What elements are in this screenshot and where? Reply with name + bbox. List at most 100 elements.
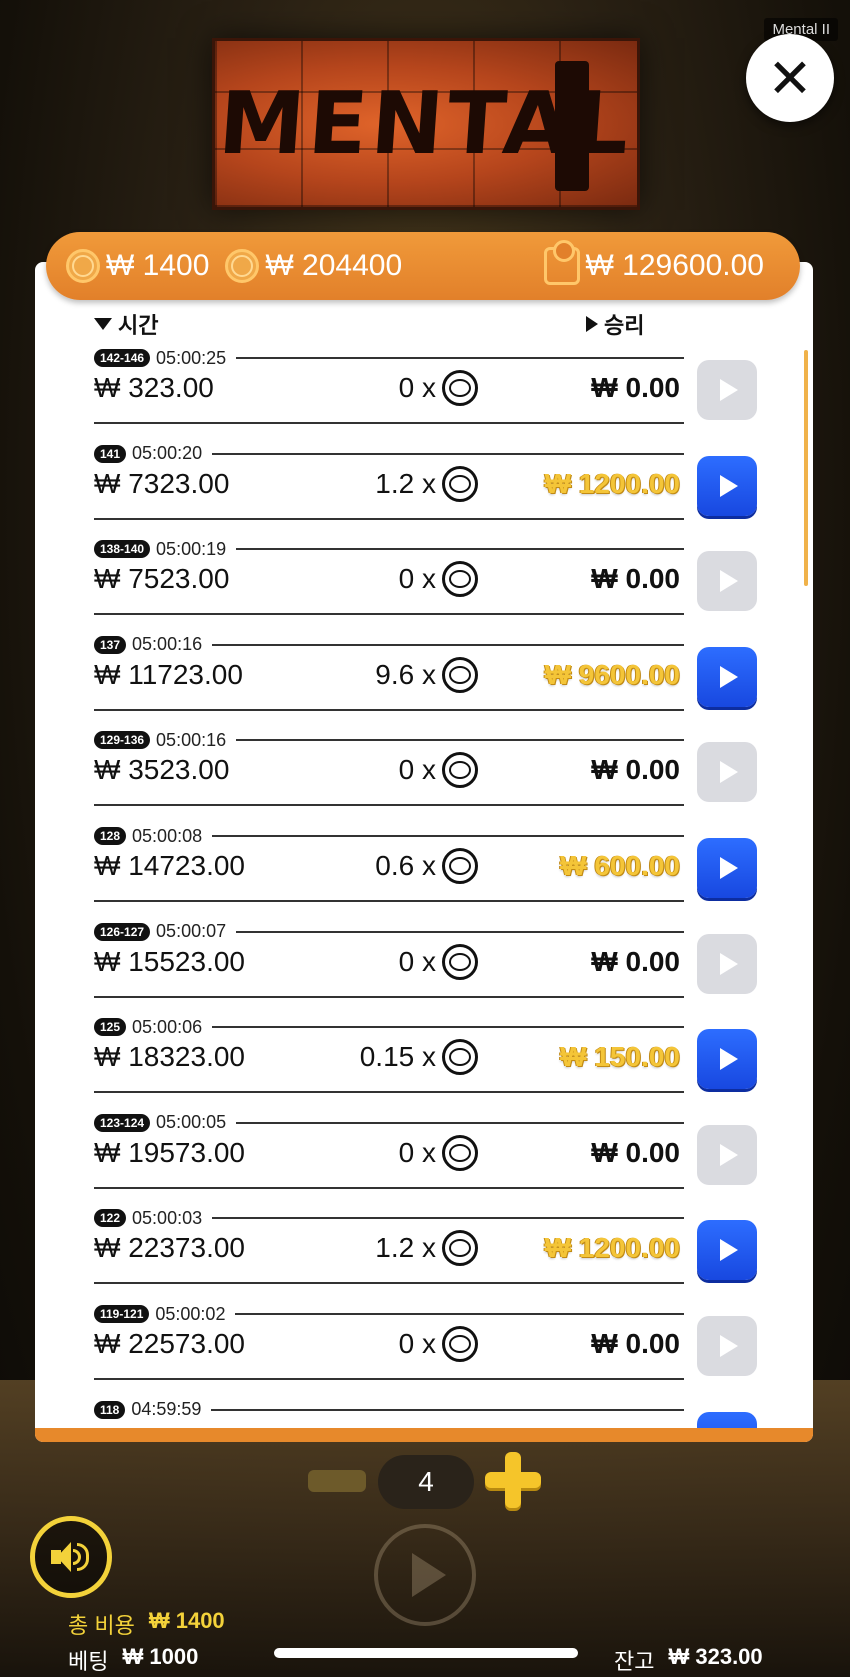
round-range-badge: 123-124 [94, 1113, 151, 1132]
multiplier-value: 0.15 x [359, 1041, 436, 1073]
round-time: 05:00:16 [156, 729, 227, 750]
round-time: 05:00:20 [132, 443, 203, 464]
coin-icon [442, 1039, 478, 1076]
divider [236, 739, 684, 742]
round-win-amount: ₩ 600.00 [560, 850, 680, 881]
coin-icon [442, 465, 478, 502]
round-range-badge: 129-136 [94, 731, 151, 750]
round-balance: ₩ 323.00 [94, 372, 214, 403]
increase-button[interactable] [485, 1452, 541, 1508]
replay-button[interactable] [697, 1029, 757, 1090]
row-divider [94, 995, 684, 998]
round-row: 118 04:59:59 [0, 1398, 850, 1428]
round-count-value: 4 [378, 1455, 474, 1509]
divider [236, 548, 684, 551]
round-row: 141 05:00:20 ₩ 7323.00 1.2 x ₩ 1200.00 [0, 442, 850, 537]
coin-icon [442, 1134, 478, 1171]
decrease-button[interactable] [308, 1470, 366, 1492]
round-meta: 138-140 05:00:19 [94, 537, 684, 561]
divider [212, 1217, 684, 1220]
home-indicator[interactable] [274, 1648, 578, 1658]
multiplier-value: 0 x [398, 945, 436, 977]
round-time: 05:00:19 [156, 538, 227, 559]
round-time: 05:00:05 [156, 1112, 227, 1133]
round-meta: 122 05:00:03 [94, 1206, 684, 1230]
round-balance: ₩ 19573.00 [94, 1136, 245, 1168]
round-win-amount: ₩ 1200.00 [544, 467, 680, 499]
replay-button[interactable] [697, 742, 757, 803]
round-multiplier: 0 x [300, 561, 478, 598]
row-divider [94, 804, 684, 807]
divider [211, 1408, 684, 1411]
balance-label: 잔고 [614, 1649, 655, 1674]
row-divider [94, 422, 684, 424]
bet-amount: 베팅 ₩ 1000 [68, 1644, 198, 1676]
round-meta: 129-136 05:00:16 [94, 728, 684, 752]
replay-button[interactable] [697, 551, 757, 612]
round-row: 119-121 05:00:02 ₩ 22573.00 0 x ₩ 0.00 [0, 1302, 850, 1397]
multiplier-value: 1.2 x [375, 467, 436, 499]
round-range-badge: 128 [94, 827, 127, 845]
round-multiplier: 0 x [300, 370, 478, 406]
row-divider [94, 900, 684, 902]
replay-button[interactable] [697, 838, 757, 898]
round-win-amount: ₩ 0.00 [591, 945, 680, 977]
coin-icon [442, 1326, 478, 1362]
divider [212, 643, 684, 646]
coin-icon [442, 943, 478, 980]
replay-button[interactable] [697, 1411, 757, 1428]
round-meta: 128 05:00:08 [94, 824, 684, 848]
round-range-badge: 122 [94, 1209, 127, 1228]
round-meta: 142-146 05:00:25 [94, 346, 684, 370]
divider [212, 1026, 684, 1029]
round-win-amount: ₩ 0.00 [591, 1136, 680, 1168]
replay-button[interactable] [697, 360, 757, 420]
spin-button[interactable] [374, 1524, 476, 1626]
round-time: 05:00:25 [156, 347, 227, 368]
bet-value: ₩ 1000 [122, 1644, 199, 1669]
round-multiplier: 0.15 x [300, 1039, 478, 1076]
round-history-list: 142-146 05:00:25 ₩ 323.00 0 x ₩ 0.00 141… [0, 0, 850, 1430]
divider [236, 1121, 684, 1124]
row-divider [94, 1091, 684, 1094]
divider [236, 930, 684, 933]
round-meta: 125 05:00:06 [94, 1015, 684, 1039]
row-divider [94, 517, 684, 520]
coin-icon [442, 848, 478, 884]
round-multiplier: 1.2 x [300, 465, 478, 502]
replay-button[interactable] [697, 1316, 757, 1376]
round-meta: 137 05:00:16 [94, 633, 684, 657]
replay-button[interactable] [697, 1220, 757, 1281]
row-divider [94, 1186, 684, 1189]
speaker-icon [51, 1540, 91, 1574]
replay-button[interactable] [697, 646, 757, 707]
round-range-badge: 138-140 [94, 540, 151, 559]
round-multiplier: 0 x [300, 943, 478, 980]
replay-button[interactable] [697, 933, 757, 994]
coin-icon [442, 656, 478, 693]
round-meta: 123-124 05:00:05 [94, 1111, 684, 1135]
round-win-amount: ₩ 0.00 [591, 372, 680, 403]
row-divider [94, 1282, 684, 1285]
round-row: 128 05:00:08 ₩ 14723.00 0.6 x ₩ 600.00 [0, 824, 850, 919]
round-row: 129-136 05:00:16 ₩ 3523.00 0 x ₩ 0.00 [0, 728, 850, 823]
round-win-amount: ₩ 1200.00 [544, 1232, 680, 1264]
replay-button[interactable] [697, 1124, 757, 1185]
replay-button[interactable] [697, 455, 757, 516]
round-row: 137 05:00:16 ₩ 11723.00 9.6 x ₩ 9600.00 [0, 633, 850, 728]
round-range-badge: 118 [94, 1400, 126, 1419]
round-meta: 141 05:00:20 [94, 442, 684, 466]
row-divider [94, 1378, 684, 1380]
round-row: 123-124 05:00:05 ₩ 19573.00 0 x ₩ 0.00 [0, 1111, 850, 1206]
history-panel-footer [35, 1428, 813, 1442]
round-time: 05:00:07 [156, 921, 227, 942]
sound-toggle-button[interactable] [30, 1516, 112, 1598]
round-win-amount: ₩ 150.00 [560, 1041, 680, 1073]
divider [236, 357, 684, 359]
balance-value: ₩ 323.00 [668, 1644, 763, 1669]
coin-icon [442, 1230, 478, 1267]
divider [212, 452, 684, 455]
round-multiplier: 0 x [300, 1134, 478, 1171]
round-balance: ₩ 7323.00 [94, 467, 230, 499]
round-win-amount: ₩ 9600.00 [544, 658, 680, 690]
